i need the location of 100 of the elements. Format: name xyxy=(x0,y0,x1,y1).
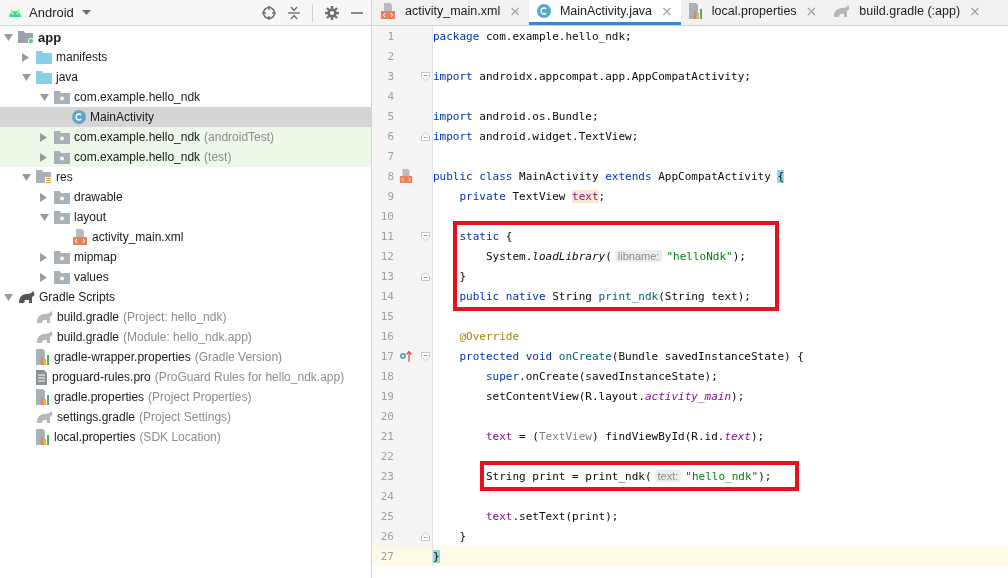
tree-item[interactable]: manifests xyxy=(0,47,371,67)
elephant-icon xyxy=(36,331,53,343)
line-number: 20 xyxy=(379,409,394,423)
expanded-arrow-icon[interactable] xyxy=(22,173,31,181)
line-number: 17 xyxy=(379,349,394,363)
settings-icon[interactable] xyxy=(325,5,339,20)
resource-folder-icon xyxy=(36,170,52,184)
expanded-arrow-icon[interactable] xyxy=(4,33,13,41)
code-line: static { xyxy=(459,229,513,243)
code-line: private TextView text; xyxy=(458,189,606,203)
android-icon xyxy=(8,8,22,17)
properties-file-icon xyxy=(36,389,50,405)
tree-item[interactable]: proguard-rules.pro (ProGuard Rules for hello_ndk.app) xyxy=(0,367,371,387)
tree-item[interactable]: MainActivity xyxy=(0,107,371,127)
tree-item[interactable]: activity_main.xml xyxy=(0,227,371,247)
tree-item[interactable]: gradle-wrapper.properties (Gradle Version) xyxy=(0,347,371,367)
tree-item[interactable]: values xyxy=(0,267,371,287)
line-number: 16 xyxy=(379,329,394,343)
collapsed-arrow-icon[interactable] xyxy=(40,192,47,202)
collapsed-arrow-icon[interactable] xyxy=(40,152,47,162)
properties-file-icon xyxy=(688,3,703,19)
item-note: (Project Properties) xyxy=(148,390,252,404)
line-number: 6 xyxy=(386,129,394,143)
expanded-arrow-icon[interactable] xyxy=(22,73,31,81)
item-label: values xyxy=(74,270,109,284)
collapsed-arrow-icon[interactable] xyxy=(40,132,47,142)
item-note: (Gradle Version) xyxy=(194,350,283,364)
tree-item[interactable]: res xyxy=(0,167,371,187)
collapse-all-icon[interactable] xyxy=(288,5,300,20)
fold-marker-icon[interactable] xyxy=(420,131,430,141)
line-number: 11 xyxy=(379,229,394,243)
editor-tab[interactable]: local.properties × xyxy=(680,0,826,25)
code-line: } xyxy=(459,269,467,283)
tree-item[interactable]: app xyxy=(0,27,371,47)
item-label: proguard-rules.pro xyxy=(52,370,151,384)
line-number: 13 xyxy=(379,269,394,283)
item-note: (Project Settings) xyxy=(139,410,232,424)
fold-marker-icon[interactable] xyxy=(420,531,430,541)
line-number: 10 xyxy=(379,209,394,223)
tree-item[interactable]: com.example.hello_ndk (test) xyxy=(0,147,371,167)
elephant-icon xyxy=(18,291,35,303)
tree-item[interactable]: gradle.properties (Project Properties) xyxy=(0,387,371,407)
line-number: 9 xyxy=(386,189,394,203)
item-label: mipmap xyxy=(74,250,117,264)
override-marker-icon[interactable] xyxy=(399,350,413,362)
code-line: } xyxy=(458,529,467,543)
line-number: 4 xyxy=(386,89,394,103)
tree-item[interactable]: settings.gradle (Project Settings) xyxy=(0,407,371,427)
item-note: (test) xyxy=(204,150,232,164)
package-folder-icon xyxy=(54,250,70,264)
package-folder-icon xyxy=(54,210,70,224)
tree-item[interactable]: Gradle Scripts xyxy=(0,287,371,307)
fold-marker-icon[interactable] xyxy=(420,71,430,81)
tree-item[interactable]: build.gradle (Module: hello_ndk.app) xyxy=(0,327,371,347)
tree-item[interactable]: layout xyxy=(0,207,371,227)
code-line: System.loadLibrary( libname: "helloNdk"); xyxy=(484,249,746,263)
editor-tab[interactable]: activity_main.xml × xyxy=(372,0,529,25)
locate-icon[interactable] xyxy=(262,5,276,20)
item-note: (androidTest) xyxy=(204,130,275,144)
fold-marker-icon[interactable] xyxy=(420,351,430,361)
package-folder-icon xyxy=(54,130,70,144)
item-label: app xyxy=(38,29,62,45)
fold-marker-icon[interactable] xyxy=(420,271,430,281)
code-line: text.setText(print); xyxy=(484,509,619,523)
tree-item[interactable]: java xyxy=(0,67,371,87)
item-label: settings.gradle xyxy=(57,410,136,424)
xml-file-icon[interactable] xyxy=(399,169,413,183)
tree-item[interactable]: local.properties (SDK Location) xyxy=(0,427,371,447)
collapsed-arrow-icon[interactable] xyxy=(40,252,47,262)
item-note: (SDK Location) xyxy=(139,430,221,444)
tree-item[interactable]: com.example.hello_ndk (androidTest) xyxy=(0,127,371,147)
collapsed-arrow-icon[interactable] xyxy=(22,52,29,62)
fold-marker-icon[interactable] xyxy=(420,231,430,241)
class-icon xyxy=(536,4,551,18)
editor-tab[interactable]: build.gradle (:app) × xyxy=(825,0,989,25)
item-label: com.example.hello_ndk xyxy=(74,90,201,104)
code-line: String print = print_ndk( text: "hello_ndk"); xyxy=(485,469,772,483)
package-folder-icon xyxy=(54,270,70,284)
item-label: res xyxy=(56,170,73,184)
line-number: 5 xyxy=(386,109,394,123)
collapsed-arrow-icon[interactable] xyxy=(40,272,47,282)
editor-tab[interactable]: MainActivity.java × xyxy=(528,0,681,25)
view-selector[interactable]: Android xyxy=(27,5,91,20)
class-icon xyxy=(72,110,86,124)
expanded-arrow-icon[interactable] xyxy=(40,213,49,221)
item-label: java xyxy=(56,70,78,84)
item-label: Gradle Scripts xyxy=(39,290,116,304)
item-note: (ProGuard Rules for hello_ndk.app) xyxy=(154,370,345,384)
properties-file-icon xyxy=(36,429,50,445)
tree-item[interactable]: mipmap xyxy=(0,247,371,267)
tab-label: local.properties xyxy=(711,4,797,18)
expanded-arrow-icon[interactable] xyxy=(40,93,49,101)
item-label: manifests xyxy=(56,50,108,64)
tree-item[interactable]: build.gradle (Project: hello_ndk) xyxy=(0,307,371,327)
tree-item[interactable]: com.example.hello_ndk xyxy=(0,87,371,107)
line-number: 3 xyxy=(386,69,394,83)
expanded-arrow-icon[interactable] xyxy=(4,293,13,301)
tree-item[interactable]: drawable xyxy=(0,187,371,207)
module-folder-icon xyxy=(18,30,34,44)
package-folder-icon xyxy=(54,190,70,204)
